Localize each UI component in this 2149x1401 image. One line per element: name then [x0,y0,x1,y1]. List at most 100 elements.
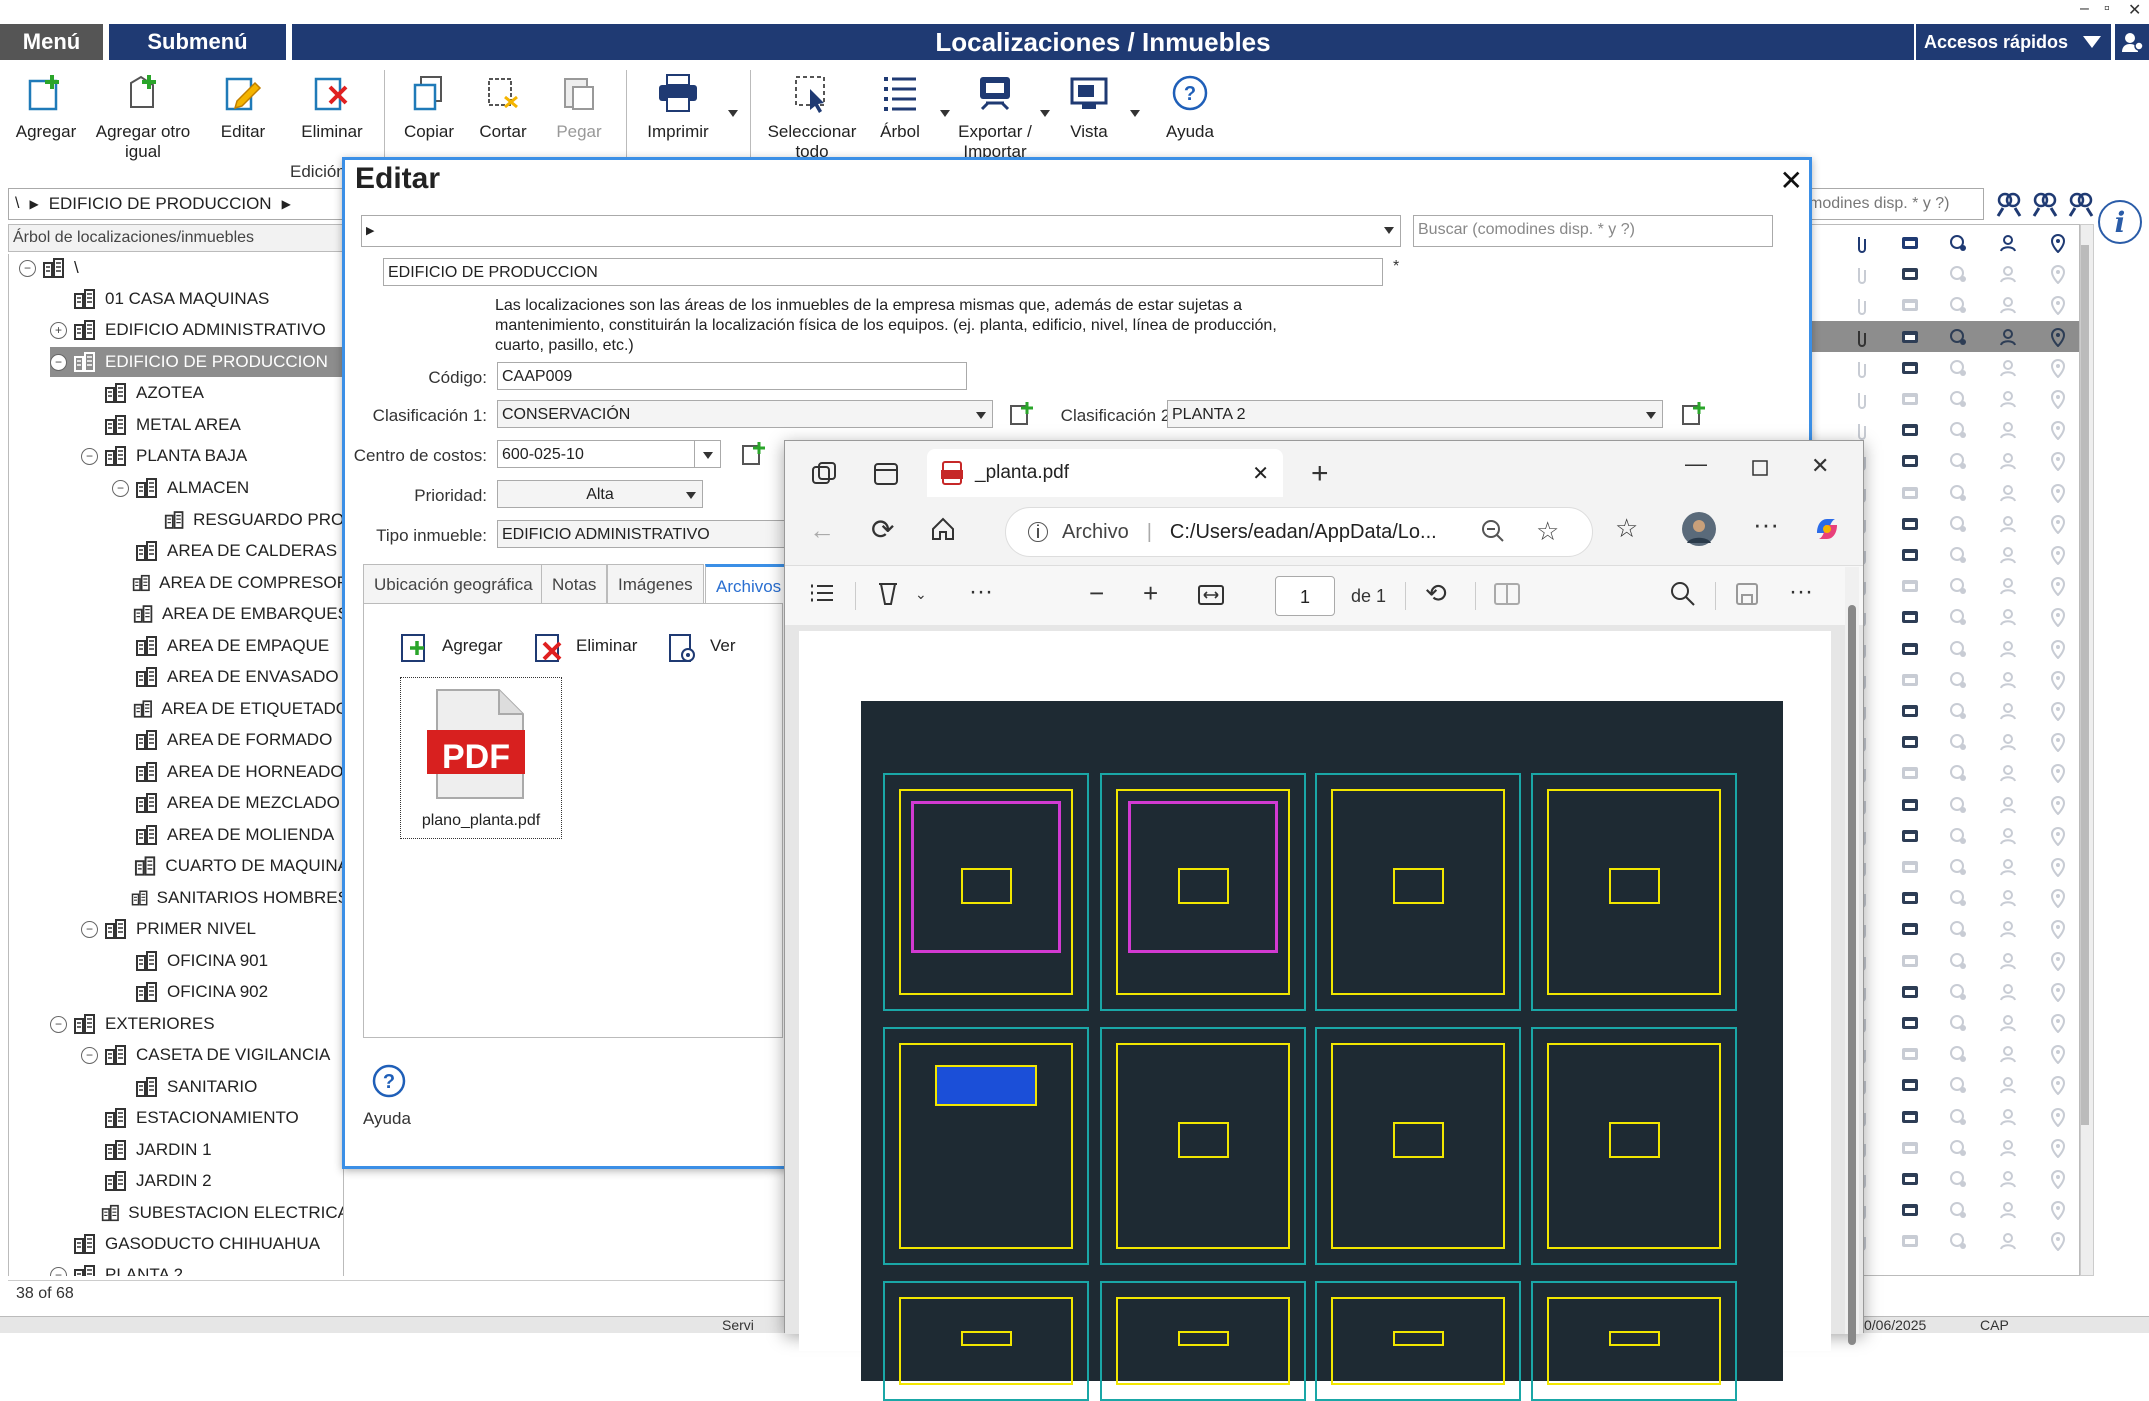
attachment-icon[interactable] [1851,327,1873,347]
tree-node[interactable]: OFICINA 901 [112,946,343,976]
tree-node[interactable]: AREA DE EMPAQUE [112,631,343,661]
quick-access-dropdown[interactable]: Accesos rápidos [1916,24,2111,60]
map-pin-icon[interactable] [2047,1013,2069,1033]
home-icon[interactable] [929,515,957,549]
map-pin-icon[interactable] [2047,763,2069,784]
table-row[interactable] [1811,258,2079,289]
tree-node[interactable]: − \ [19,254,343,283]
centro-costos-select[interactable]: 600-025-10 [497,440,721,468]
tree-node[interactable]: CUARTO DE MAQUINA [112,851,343,881]
document-stack-icon[interactable] [1899,1013,1921,1033]
pdf-document-area[interactable] [785,625,1863,1401]
collapse-icon[interactable]: − [81,1046,98,1064]
search-person-icon[interactable] [1997,576,2019,596]
codigo-field[interactable]: CAAP009 [497,362,967,390]
map-pin-icon[interactable] [2047,327,2069,347]
document-stack-icon[interactable] [1899,607,1921,627]
name-field[interactable]: EDIFICIO DE PRODUCCION [383,258,1383,286]
table-row[interactable] [1811,352,2079,383]
location-settings-icon[interactable] [1947,857,1969,877]
cut-button[interactable]: Cortar [472,70,534,142]
tree-node[interactable]: AREA DE CALDERAS [112,536,343,566]
map-pin-icon[interactable] [2047,1107,2069,1127]
attachment-icon[interactable] [1851,295,1873,316]
map-pin-icon[interactable] [2047,358,2069,378]
copy-button[interactable]: Copiar [398,70,460,142]
attachment-icon[interactable] [1851,358,1873,378]
search-person-icon[interactable] [1997,857,2019,877]
document-stack-icon[interactable] [1899,358,1921,378]
location-settings-icon[interactable] [1947,888,1969,908]
tree-node[interactable]: AREA DE MOLIENDA [112,820,343,850]
search-people-icon[interactable] [1994,190,2022,218]
more-tools-icon[interactable]: ··· [969,578,993,606]
location-settings-icon[interactable] [1947,358,1969,378]
submenu-button[interactable]: Submenú [109,24,286,60]
view-dropdown-icon[interactable] [1130,110,1140,117]
paste-button[interactable]: Pegar [548,70,610,142]
tab-archivos[interactable]: Archivos [705,564,793,604]
dialog-search-input[interactable]: Buscar (comodines disp. * y ?) [1413,215,1773,247]
tree-button[interactable]: Árbol [872,70,928,142]
location-settings-icon[interactable] [1947,1200,1969,1220]
table-row[interactable] [1811,227,2079,258]
document-stack-icon[interactable] [1899,1107,1921,1127]
zoom-in-icon[interactable]: + [1143,578,1158,609]
search-person-icon[interactable] [1997,264,2019,284]
location-settings-icon[interactable] [1947,264,1969,284]
collapse-icon[interactable]: − [81,447,98,465]
delete-button[interactable]: Eliminar [292,70,372,142]
collapse-icon[interactable]: − [81,920,98,938]
document-stack-icon[interactable] [1899,233,1921,253]
search-people-next-icon[interactable] [2030,190,2058,218]
collapse-icon[interactable]: − [19,259,36,277]
tree-node[interactable]: SANITARIO [112,1072,343,1102]
search-people-prev-icon[interactable] [2066,190,2094,218]
tree-node[interactable]: JARDIN 1 [81,1135,343,1165]
location-settings-icon[interactable] [1947,1231,1969,1251]
map-pin-icon[interactable] [2047,420,2069,441]
document-stack-icon[interactable] [1899,1169,1921,1189]
document-stack-icon[interactable] [1899,1138,1921,1158]
workspaces-icon[interactable] [811,461,837,493]
search-person-icon[interactable] [1997,545,2019,565]
search-person-icon[interactable] [1997,1138,2019,1158]
location-settings-icon[interactable] [1947,233,1969,253]
search-person-icon[interactable] [1997,483,2019,503]
location-settings-icon[interactable] [1947,295,1969,315]
tab-close-icon[interactable]: ✕ [1252,461,1269,486]
root-slash[interactable]: \ [15,195,19,213]
view-file-button[interactable]: Ver [668,629,736,663]
collapse-icon[interactable]: − [50,1015,67,1033]
map-pin-icon[interactable] [2047,1169,2069,1189]
location-settings-icon[interactable] [1947,670,1969,690]
map-pin-icon[interactable] [2047,701,2069,721]
add-button[interactable]: Agregar [10,70,82,142]
location-settings-icon[interactable] [1947,389,1969,409]
right-search-input[interactable]: modines disp. * y ?) [1804,188,1984,220]
search-person-icon[interactable] [1997,420,2019,440]
browser-tab[interactable]: _planta.pdf ✕ [927,449,1283,497]
location-settings-icon[interactable] [1947,951,1969,971]
clasificacion2-select[interactable]: PLANTA 2 [1167,400,1663,428]
refresh-icon[interactable]: ⟳ [871,513,894,546]
tree-node[interactable]: AZOTEA [81,378,343,408]
tree-node[interactable]: − EDIFICIO DE PRODUCCION [50,347,343,377]
chevron-down-icon[interactable]: ⌄ [915,586,927,603]
user-icon[interactable] [2115,24,2149,60]
tree-node[interactable]: AREA DE MEZCLADO [112,788,343,818]
document-stack-icon[interactable] [1899,420,1921,440]
location-settings-icon[interactable] [1947,701,1969,721]
document-stack-icon[interactable] [1899,483,1921,503]
document-stack-icon[interactable] [1899,1075,1921,1095]
search-person-icon[interactable] [1997,1200,2019,1220]
tree-node[interactable]: − CASETA DE VIGILANCIA [81,1040,343,1070]
info-icon[interactable]: i [2098,200,2142,244]
tab-ubicacion[interactable]: Ubicación geográfica [363,564,544,604]
tree-node[interactable]: − ALMACEN [112,473,343,503]
search-person-icon[interactable] [1997,1075,2019,1095]
search-person-icon[interactable] [1997,951,2019,971]
location-settings-icon[interactable] [1947,795,1969,815]
address-bar[interactable]: i Archivo | C:/Users/eadan/AppData/Lo...… [1005,507,1593,557]
document-stack-icon[interactable] [1899,639,1921,659]
